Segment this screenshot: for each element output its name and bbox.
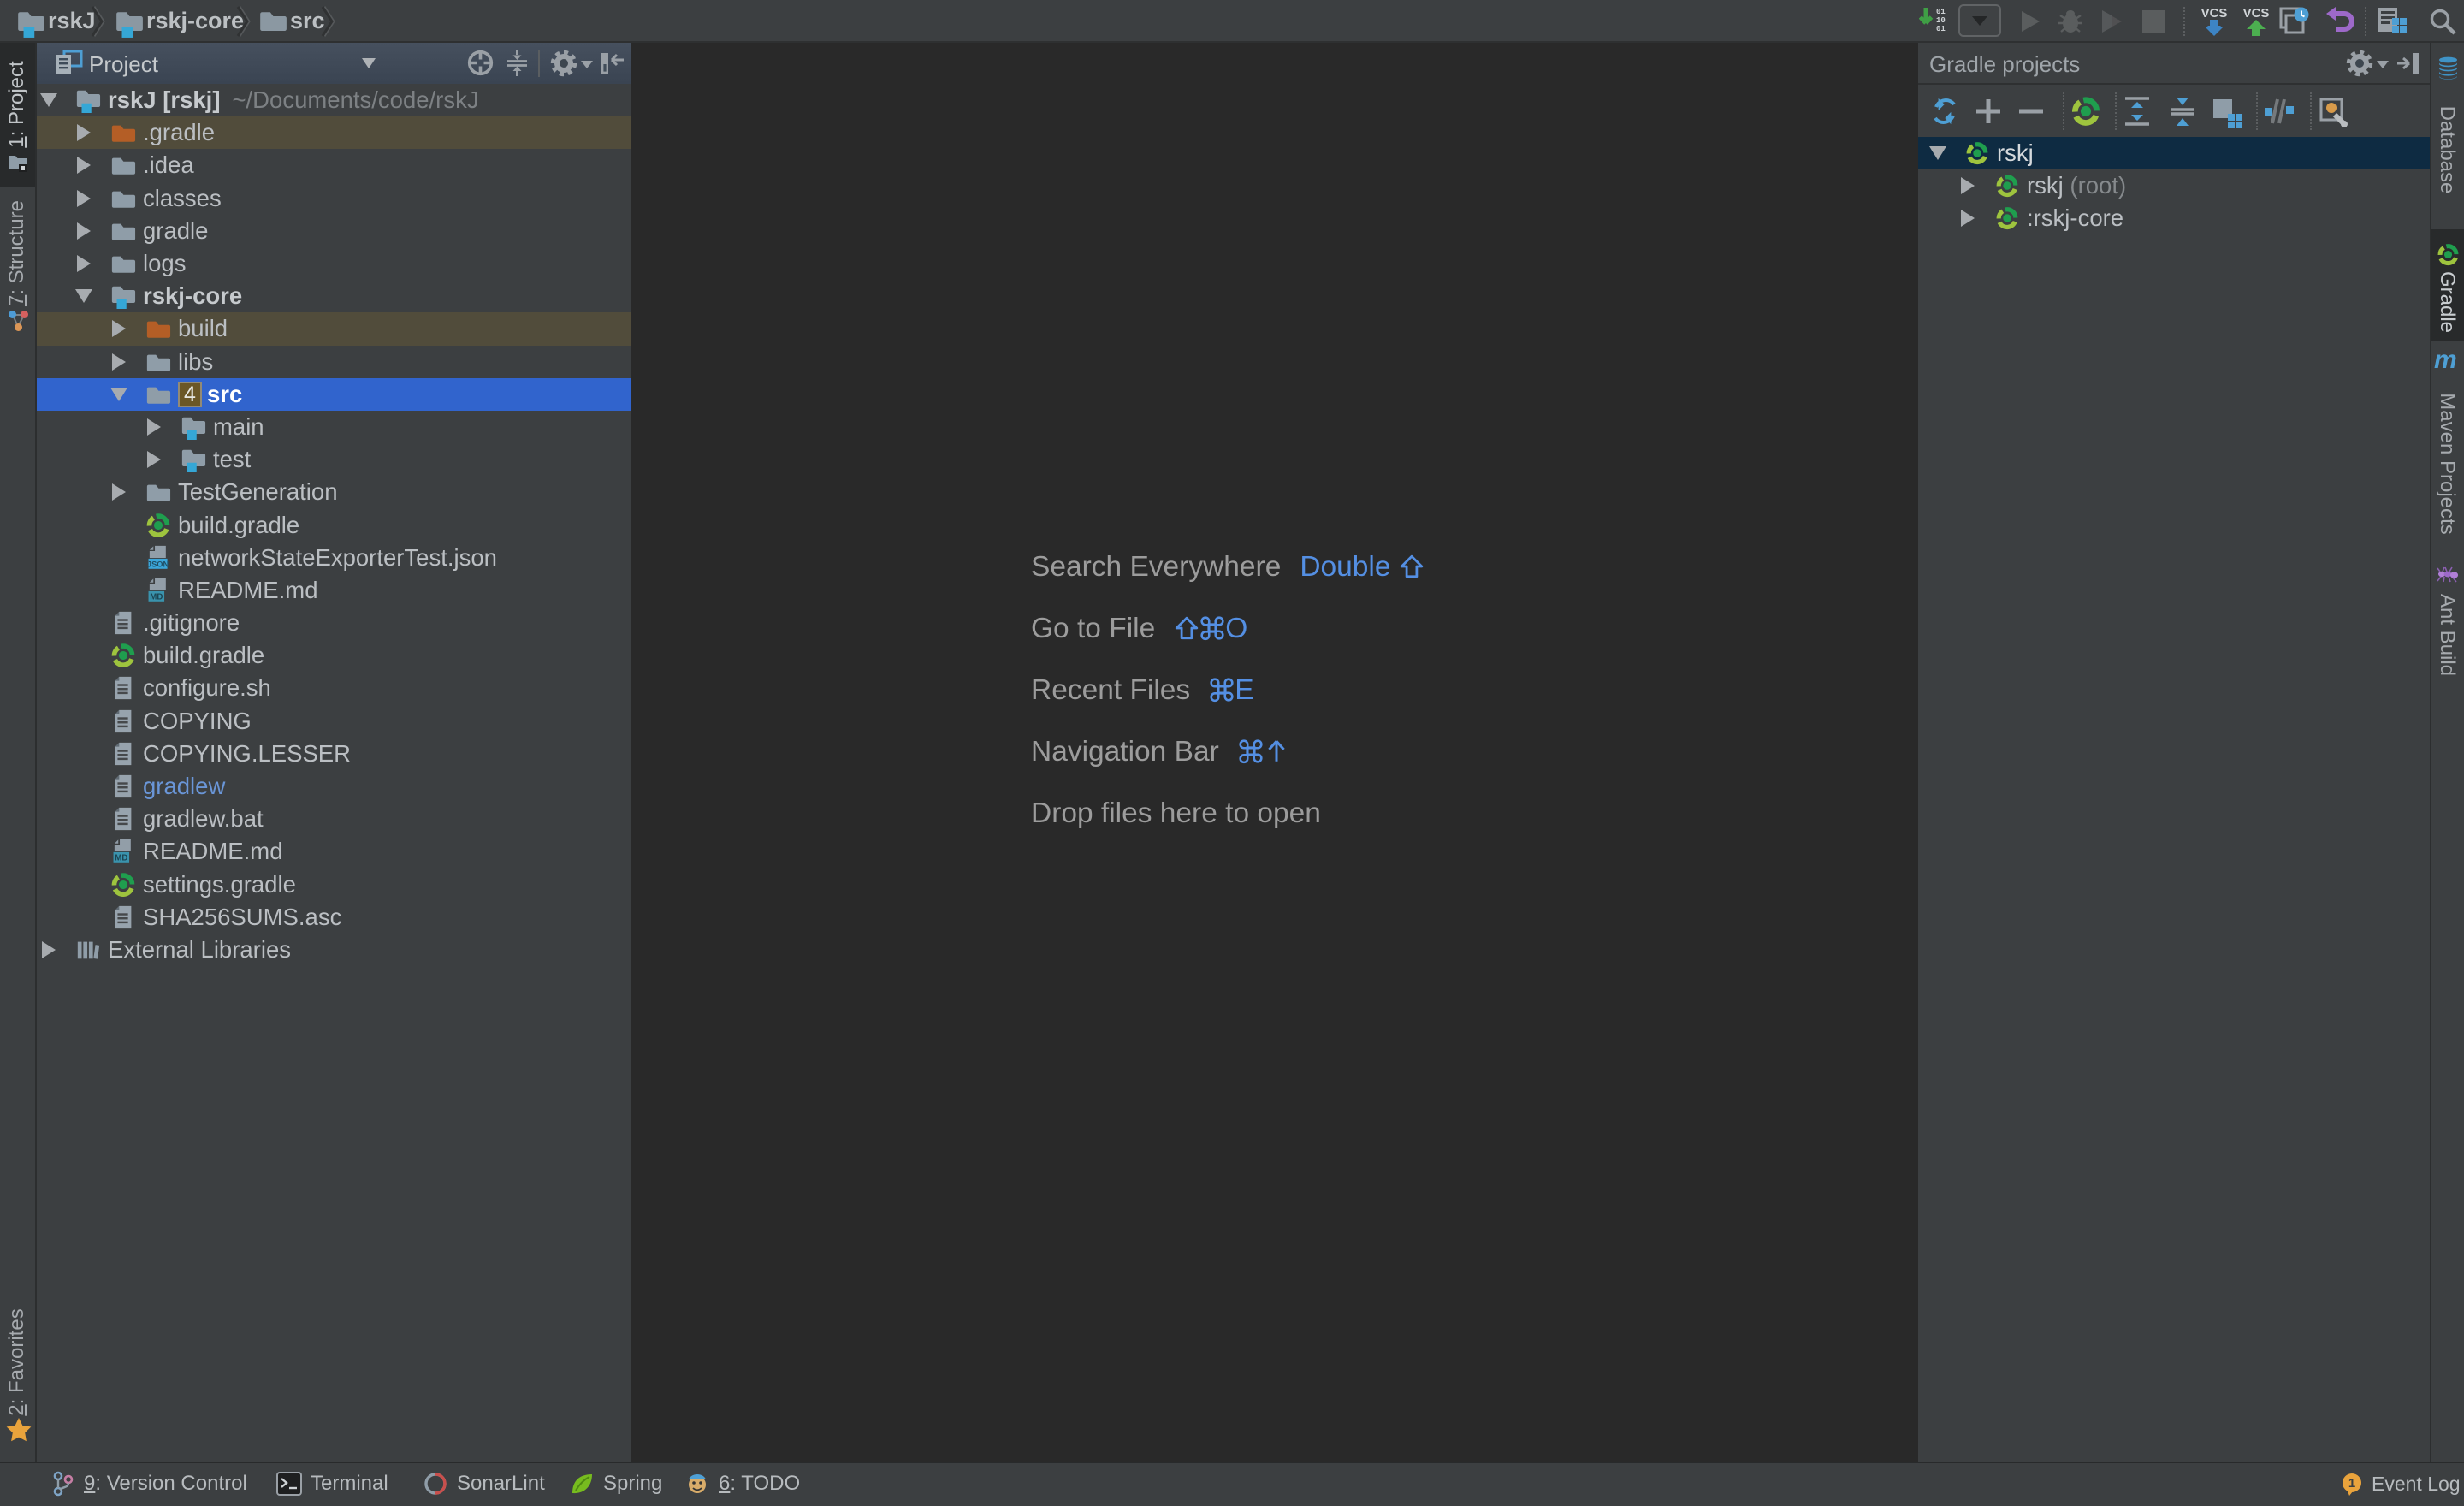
svg-text:01: 01	[1936, 25, 1946, 33]
svg-text:VCS: VCS	[2243, 6, 2270, 21]
svg-text:1: 1	[2348, 1476, 2355, 1491]
svg-text:01: 01	[1936, 8, 1946, 16]
svg-text:10: 10	[1936, 16, 1946, 25]
svg-text:VCS: VCS	[2201, 6, 2228, 21]
